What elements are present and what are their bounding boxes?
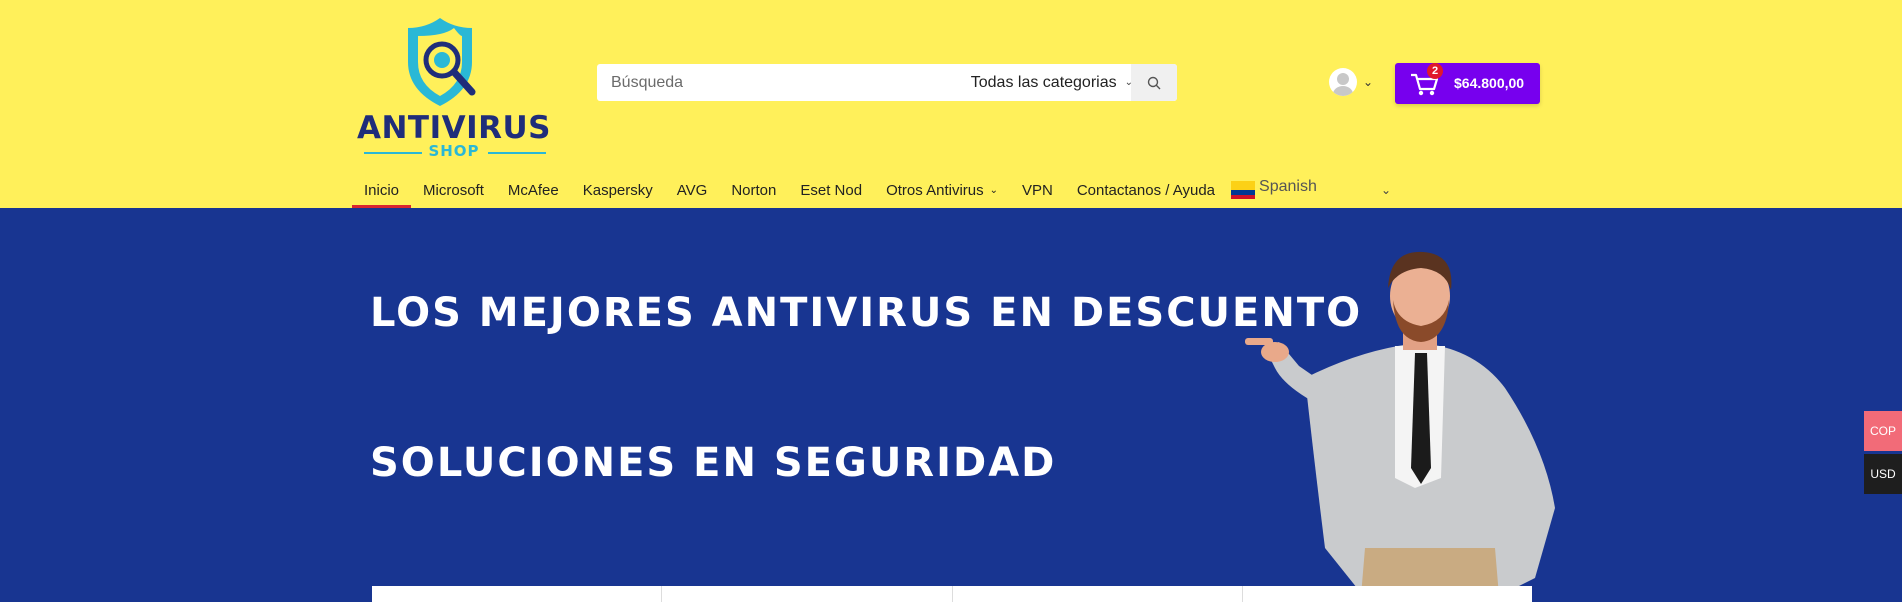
main-nav: Inicio Microsoft McAfee Kaspersky AVG No… <box>352 172 1391 208</box>
category-select[interactable]: Todas las categorias ⌄ <box>955 64 1155 101</box>
category-card[interactable] <box>1243 586 1532 602</box>
account-menu[interactable]: ⌄ <box>1329 67 1379 97</box>
search-icon <box>1147 76 1161 89</box>
nav-item-mcafee[interactable]: McAfee <box>496 172 571 208</box>
logo-divider <box>488 152 546 154</box>
nav-item-eset-nod[interactable]: Eset Nod <box>788 172 874 208</box>
cart-total: $64.800,00 <box>1454 75 1525 91</box>
shield-magnifier-icon <box>396 18 476 106</box>
logo-subtitle: SHOP <box>428 142 480 160</box>
search-input[interactable] <box>597 64 955 101</box>
nav-item-avg[interactable]: AVG <box>665 172 720 208</box>
logo-title: ANTIVIRUS <box>356 110 551 146</box>
nav-item-inicio[interactable]: Inicio <box>352 172 412 208</box>
nav-item-otros-antivirus[interactable]: Otros Antivirus ⌄ <box>874 172 1010 208</box>
nav-item-norton[interactable]: Norton <box>719 172 788 208</box>
chevron-down-icon: ⌄ <box>1380 183 1392 197</box>
nav-item-kaspersky[interactable]: Kaspersky <box>571 172 665 208</box>
search-bar: Todas las categorias ⌄ <box>597 64 1177 101</box>
currency-usd-button[interactable]: USD <box>1864 454 1902 494</box>
category-select-label: Todas las categorias <box>970 73 1117 91</box>
hero-person-image <box>1245 251 1555 602</box>
category-card[interactable] <box>662 586 953 602</box>
category-card[interactable] <box>953 586 1243 602</box>
search-button[interactable] <box>1131 64 1177 101</box>
colombia-flag-icon <box>1231 181 1256 199</box>
logo[interactable]: ANTIVIRUS SHOP <box>356 14 552 160</box>
hero-title: LOS MEJORES ANTIVIRUS EN DESCUENTO <box>370 290 1363 336</box>
cart-button[interactable]: 2 $64.800,00 <box>1395 63 1540 104</box>
hero-banner: LOS MEJORES ANTIVIRUS EN DESCUENTO SOLUC… <box>0 208 1902 602</box>
nav-item-vpn[interactable]: VPN <box>1010 172 1065 208</box>
chevron-down-icon: ⌄ <box>989 184 998 196</box>
category-cards-strip <box>372 586 1532 602</box>
nav-item-contactanos[interactable]: Contactanos / Ayuda <box>1065 172 1227 208</box>
cart-count-badge: 2 <box>1427 63 1443 79</box>
avatar-icon <box>1329 68 1357 96</box>
chevron-down-icon: ⌄ <box>1363 75 1374 89</box>
language-label: Spanish <box>1259 178 1317 195</box>
site-header: ANTIVIRUS SHOP Todas las categorias ⌄ ⌄ … <box>0 0 1902 208</box>
language-select[interactable]: Spanish ⌄ <box>1231 172 1391 208</box>
hero-subtitle: SOLUCIONES EN SEGURIDAD <box>370 440 1057 486</box>
nav-item-microsoft[interactable]: Microsoft <box>411 172 496 208</box>
nav-item-label: Otros Antivirus <box>886 181 984 199</box>
category-card[interactable] <box>372 586 663 602</box>
currency-cop-button[interactable]: COP <box>1864 411 1902 451</box>
